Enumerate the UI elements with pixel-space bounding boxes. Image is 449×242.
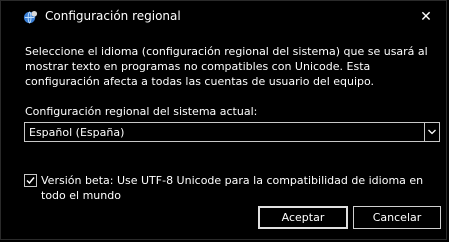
regional-settings-dialog: Configuración regional ✕ Seleccione el i… [0, 0, 447, 240]
title-bar[interactable]: Configuración regional ✕ [1, 1, 446, 33]
globe-settings-icon [23, 10, 38, 24]
locale-select[interactable]: Español (España) [24, 122, 440, 142]
locale-selected-value: Español (España) [29, 126, 125, 139]
beta-utf8-label[interactable]: Versión beta: Use UTF-8 Unicode para la … [41, 173, 431, 203]
beta-utf8-checkbox[interactable] [24, 174, 37, 187]
cancel-button[interactable]: Cancelar [353, 206, 441, 229]
accept-button[interactable]: Aceptar [258, 206, 348, 229]
close-button[interactable]: ✕ [406, 1, 446, 33]
current-locale-label: Configuración regional del sistema actua… [25, 105, 258, 118]
chevron-down-icon[interactable] [424, 123, 439, 141]
checkmark-icon [26, 177, 35, 185]
window-title: Configuración regional [45, 9, 181, 23]
description-text: Seleccione el idioma (configuración regi… [25, 45, 428, 88]
